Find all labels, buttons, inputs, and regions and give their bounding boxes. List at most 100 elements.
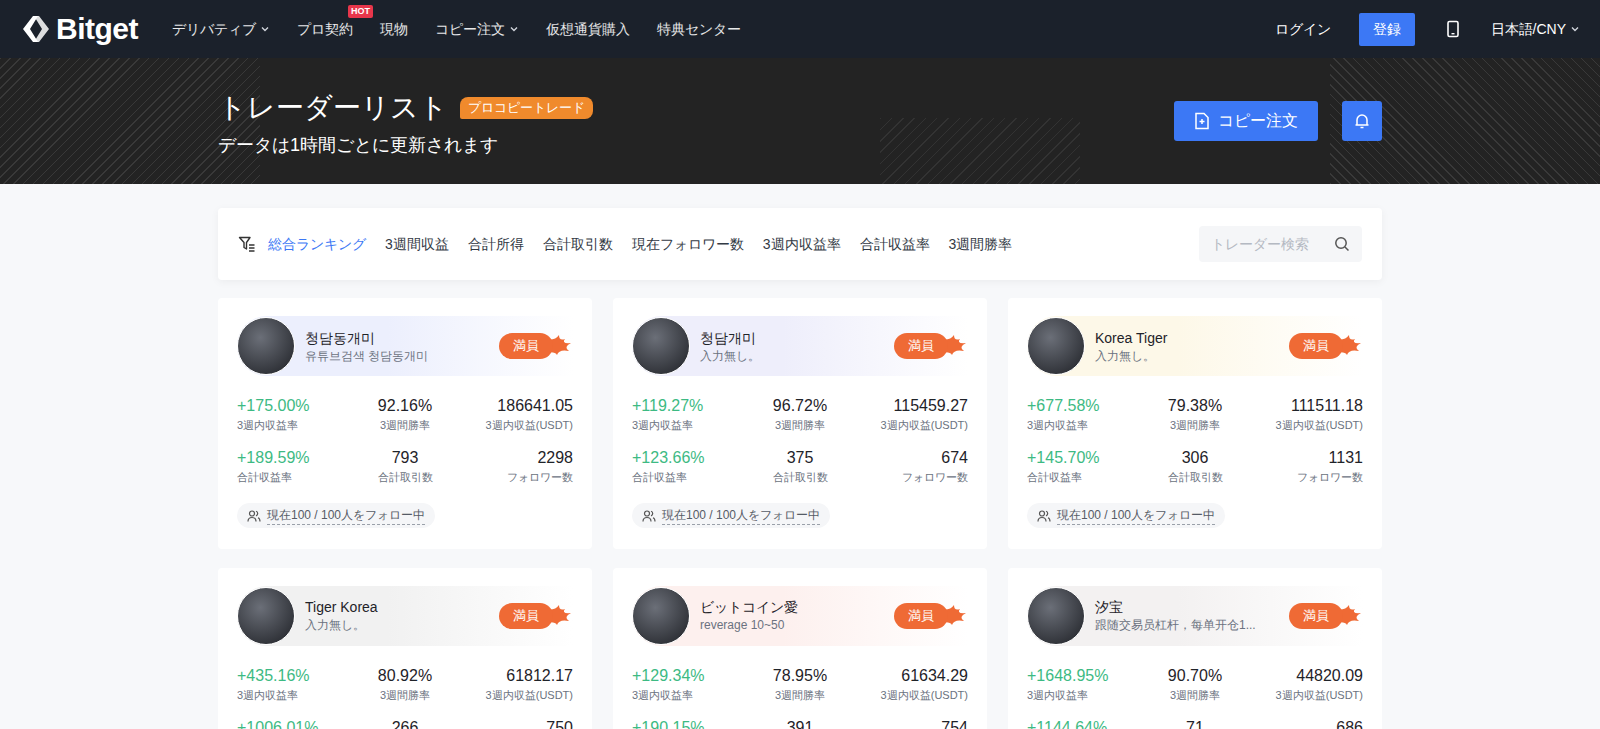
- sort-tab[interactable]: 合計所得: [468, 234, 524, 255]
- nav-item[interactable]: コピー注文: [435, 11, 519, 48]
- register-button[interactable]: 登録: [1359, 13, 1415, 46]
- nav-label[interactable]: プロ契約: [297, 19, 353, 40]
- sort-tab[interactable]: 合計取引数: [543, 234, 613, 255]
- follow-text[interactable]: 現在100 / 100人をフォロー中: [267, 506, 425, 525]
- trader-card[interactable]: 청담개미入力無し。満員+119.27%3週内収益率96.72%3週間勝率1154…: [613, 298, 987, 549]
- stat-value: 754: [941, 717, 968, 729]
- nav-item[interactable]: 特典センター: [657, 11, 741, 48]
- logo-text[interactable]: Bitget: [56, 14, 138, 44]
- stat: +1144.64%: [1027, 717, 1139, 729]
- stat-value: 306: [1182, 447, 1209, 469]
- trader-stats: +175.00%3週内収益率92.16%3週間勝率186641.053週内収益(…: [237, 395, 573, 485]
- stat-value: 96.72%: [773, 395, 827, 417]
- stat: 111511.183週内収益(USDT): [1251, 395, 1363, 433]
- full-badge: 満員: [499, 331, 571, 361]
- full-badge: 満員: [1289, 331, 1361, 361]
- sort-tab[interactable]: 3週間収益: [385, 234, 449, 255]
- sort-tab[interactable]: 3週間勝率: [949, 234, 1013, 255]
- language-selector[interactable]: 日本語/CNY: [1491, 19, 1580, 40]
- stat-label: フォロワー数: [902, 469, 968, 485]
- stat: 80.92%3週間勝率: [349, 665, 461, 703]
- trader-description: 유튜브검색 청담동개미: [305, 348, 489, 365]
- stat: 2298フォロワー数: [461, 447, 573, 485]
- nav-item[interactable]: デリバティブ: [172, 11, 270, 48]
- trader-description: 入力無し。: [305, 617, 489, 634]
- trader-name[interactable]: 청담개미: [700, 328, 884, 348]
- follow-text[interactable]: 現在100 / 100人をフォロー中: [1057, 506, 1215, 525]
- trader-avatar[interactable]: [632, 317, 690, 375]
- mobile-icon[interactable]: [1445, 20, 1461, 38]
- copy-order-label[interactable]: コピー注文: [1218, 109, 1298, 133]
- login-link[interactable]: ログイン: [1275, 19, 1331, 40]
- trader-card[interactable]: ビットコイン愛reverage 10~50満員+129.34%3週内収益率78.…: [613, 568, 987, 729]
- sort-tab[interactable]: 現在フォロワー数: [632, 234, 744, 255]
- stat-label: 3週内収益(USDT): [881, 687, 968, 703]
- stat-value: 2298: [537, 447, 573, 469]
- stat: 266: [349, 717, 461, 729]
- stat-label: 3週間勝率: [380, 687, 430, 703]
- sort-tab[interactable]: 総合ランキング: [268, 234, 366, 255]
- nav-label[interactable]: コピー注文: [435, 19, 505, 40]
- sort-tabs: 総合ランキング 3週間収益合計所得合計取引数現在フォロワー数 3週内収益率合計収益率…: [268, 234, 1012, 255]
- stat: 674フォロワー数: [856, 447, 968, 485]
- nav-item[interactable]: プロ契約HOT: [297, 11, 353, 48]
- stat-value: 266: [392, 717, 419, 729]
- trader-card[interactable]: 汐宝跟随交易员杠杆，每单开仓1...満員+1648.95%3週内収益率90.70…: [1008, 568, 1382, 729]
- nav-label[interactable]: 特典センター: [657, 19, 741, 40]
- stat-label: 合計取引数: [1168, 469, 1223, 485]
- nav-label[interactable]: 現物: [380, 19, 408, 40]
- logo[interactable]: Bitget: [20, 13, 138, 45]
- trader-header: 청담개미入力無し。満員: [632, 316, 968, 376]
- stat-value: +123.66%: [632, 447, 705, 469]
- trader-card[interactable]: Tiger Korea入力無し。満員+435.16%3週内収益率80.92%3週…: [218, 568, 592, 729]
- trader-avatar[interactable]: [1027, 317, 1085, 375]
- follow-status[interactable]: 現在100 / 100人をフォロー中: [1027, 503, 1225, 528]
- trader-avatar[interactable]: [237, 587, 295, 645]
- trader-avatar[interactable]: [237, 317, 295, 375]
- stat: +435.16%3週内収益率: [237, 665, 349, 703]
- stat: +175.00%3週内収益率: [237, 395, 349, 433]
- nav-label[interactable]: デリバティブ: [172, 19, 256, 40]
- trader-card[interactable]: 청담동개미유튜브검색 청담동개미 満員 +175.00%3週内収益率92.16%3週…: [218, 298, 592, 549]
- trader-avatar[interactable]: [1027, 587, 1085, 645]
- full-badge: 満員: [1289, 601, 1361, 631]
- stat-value: 686: [1336, 717, 1363, 729]
- hero-content: トレーダーリストプロコピートレードデータは1時間ごとに更新されますコピー注文: [218, 58, 1382, 184]
- full-label: 満員: [894, 333, 948, 359]
- trader-name[interactable]: Tiger Korea: [305, 597, 489, 617]
- stat: +1648.95%3週内収益率: [1027, 665, 1139, 703]
- bitget-logo-icon: [20, 13, 52, 45]
- follow-status[interactable]: 現在100 / 100人をフォロー中: [632, 503, 830, 528]
- trader-name[interactable]: 汐宝: [1095, 597, 1279, 617]
- copy-order-button[interactable]: コピー注文: [1174, 101, 1318, 141]
- full-label: 満員: [1289, 603, 1343, 629]
- trader-name[interactable]: ビットコイン愛: [700, 597, 884, 617]
- language-label[interactable]: 日本語/CNY: [1491, 19, 1566, 40]
- nav-item[interactable]: 仮想通貨購入: [546, 11, 630, 48]
- sort-tab[interactable]: 合計収益率: [860, 234, 930, 255]
- bell-icon: [1353, 112, 1371, 130]
- document-icon: [1194, 112, 1210, 130]
- nav-item[interactable]: 現物: [380, 11, 408, 48]
- chevron-down-icon: [260, 24, 270, 34]
- nav-label[interactable]: 仮想通貨購入: [546, 19, 630, 40]
- trader-name[interactable]: Korea Tiger: [1095, 328, 1279, 348]
- stat: 686: [1251, 717, 1363, 729]
- stat-value: +1648.95%: [1027, 665, 1108, 687]
- full-label: 満員: [1289, 333, 1343, 359]
- stat: 186641.053週内収益(USDT): [461, 395, 573, 433]
- trader-header: Korea Tiger入力無し。満員: [1027, 316, 1363, 376]
- trader-avatar[interactable]: [632, 587, 690, 645]
- stat: +190.15%: [632, 717, 744, 729]
- trader-card[interactable]: Korea Tiger入力無し。満員+677.58%3週内収益率79.38%3週…: [1008, 298, 1382, 549]
- stat-value: 90.70%: [1168, 665, 1222, 687]
- sort-tab[interactable]: 3週内収益率: [763, 234, 841, 255]
- search-input[interactable]: [1211, 234, 1328, 255]
- trader-name-block: Tiger Korea入力無し。: [305, 597, 489, 634]
- stat: 71: [1139, 717, 1251, 729]
- trader-name[interactable]: 청담동개미: [305, 328, 489, 348]
- stat: +129.34%3週内収益率: [632, 665, 744, 703]
- notification-button[interactable]: [1342, 101, 1382, 141]
- follow-status[interactable]: 現在100 / 100人をフォロー中: [237, 503, 435, 528]
- follow-text[interactable]: 現在100 / 100人をフォロー中: [662, 506, 820, 525]
